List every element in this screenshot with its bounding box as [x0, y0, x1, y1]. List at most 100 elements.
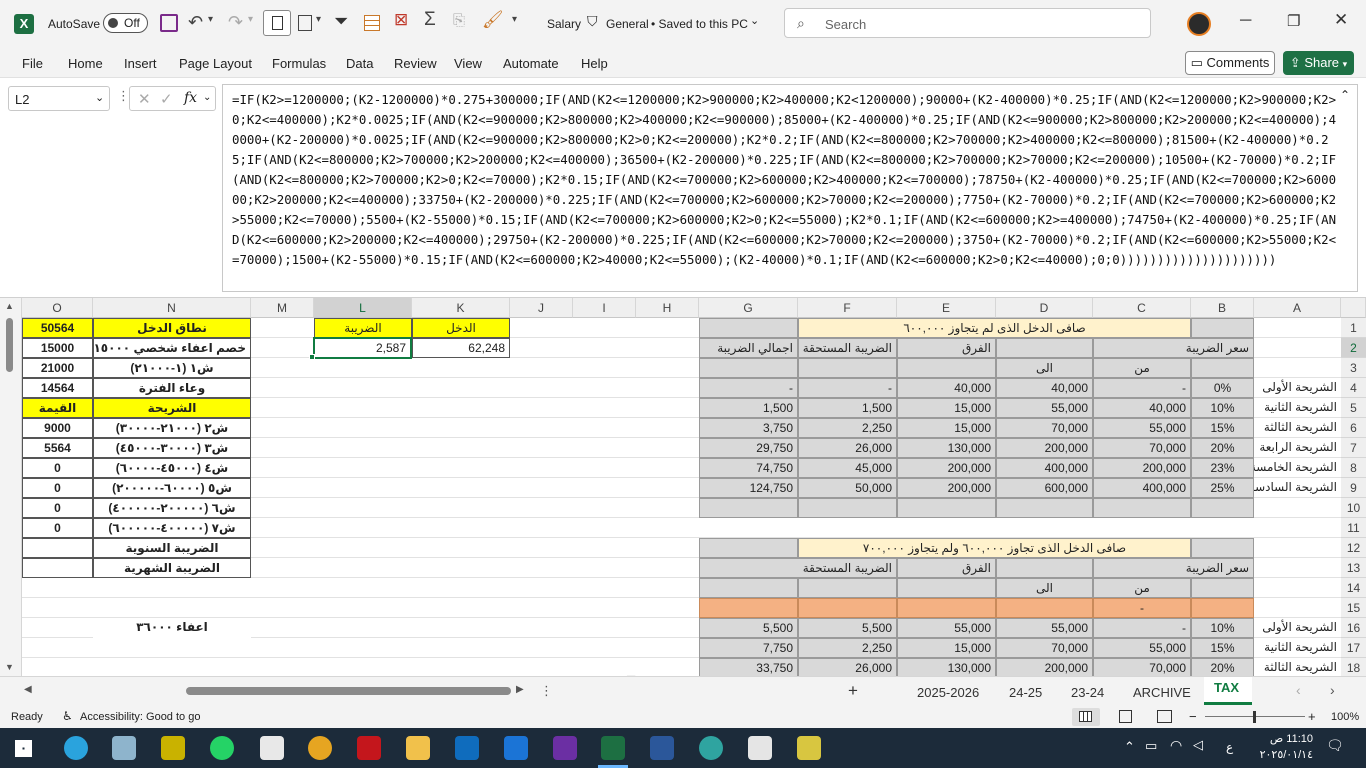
t2-name-2[interactable]: الشريحة الثانية	[1254, 638, 1341, 658]
enter-icon[interactable]: ✓	[160, 90, 173, 108]
bracket-label-n11[interactable]: ش٧ (٤٠٠٠٠٠-٦٠٠٠٠٠)	[93, 518, 251, 538]
tab-review[interactable]: Review	[394, 56, 437, 71]
t1-name-6[interactable]: الشريحة السادسة	[1254, 478, 1341, 498]
column-header-j[interactable]: J	[510, 298, 573, 318]
t1-rate-6[interactable]: 25%	[1191, 478, 1254, 498]
t2-header-due[interactable]: الضريبة المستحقة	[699, 558, 897, 578]
exemption-note[interactable]: اعفاء ٣٦٠٠٠	[93, 618, 251, 638]
t2-diff-1[interactable]: 55,000	[897, 618, 996, 638]
input-language[interactable]: ع	[1226, 740, 1233, 754]
column-header-d[interactable]: D	[996, 298, 1093, 318]
t2-rate-2[interactable]: 15%	[1191, 638, 1254, 658]
column-header-n[interactable]: N	[93, 298, 251, 318]
bracket-label-n4[interactable]: وعاء الفترة	[93, 378, 251, 398]
t2-to-1[interactable]: 55,000	[996, 618, 1093, 638]
insert-function-icon[interactable]: fx	[184, 90, 197, 106]
row-header-6[interactable]: 6	[1341, 418, 1366, 438]
t2-from-1[interactable]: -	[1093, 618, 1191, 638]
t1-from-2[interactable]: 40,000	[1093, 398, 1191, 418]
income-cell-o10[interactable]: 0	[22, 498, 93, 518]
income-cell-o7[interactable]: 5564	[22, 438, 93, 458]
scroll-thumb[interactable]	[6, 318, 13, 372]
add-sheet-icon[interactable]: +	[848, 681, 858, 701]
undo-icon[interactable]: ↶	[188, 12, 203, 33]
usb-tool-icon[interactable]	[161, 736, 185, 760]
paste-dropdown-icon[interactable]: ▾	[316, 14, 321, 25]
folder-app-icon[interactable]	[112, 736, 136, 760]
t1-to-1[interactable]: 40,000	[996, 378, 1093, 398]
row-header-4[interactable]: 4	[1341, 378, 1366, 398]
t2-due-1[interactable]: 5,500	[798, 618, 897, 638]
column-header-l[interactable]: L	[314, 298, 412, 318]
close-icon[interactable]: ✕	[1334, 10, 1348, 30]
whatsapp-icon[interactable]	[210, 736, 234, 760]
bracket-label-n8[interactable]: ش٤ (٤٥٠٠٠-٦٠٠٠٠)	[93, 458, 251, 478]
page-break-view-icon[interactable]	[1157, 710, 1172, 723]
t2-highlight-d[interactable]	[996, 598, 1093, 618]
income-cell-o9[interactable]: 0	[22, 478, 93, 498]
t1-header-total[interactable]: اجمالي الضريبة	[699, 338, 798, 358]
telegram-icon[interactable]	[64, 736, 88, 760]
t1-title[interactable]: صافى الدخل الذى لم يتجاوز ٦٠٠,٠٠٠	[798, 318, 1191, 338]
row-header-10[interactable]: 10	[1341, 498, 1366, 518]
t1-from-5[interactable]: 200,000	[1093, 458, 1191, 478]
table-icon[interactable]	[364, 15, 380, 31]
t2-rate-3[interactable]: 20%	[1191, 658, 1254, 676]
accessibility-status[interactable]: Accessibility: Good to go	[80, 711, 200, 723]
tab-tax[interactable]: TAX	[1204, 677, 1252, 705]
t1-subheader-e[interactable]	[897, 358, 996, 378]
t1-rate-2[interactable]: 10%	[1191, 398, 1254, 418]
t2-highlight-c[interactable]: -	[1093, 598, 1191, 618]
t1-to-2[interactable]: 55,000	[996, 398, 1093, 418]
row-header-7[interactable]: 7	[1341, 438, 1366, 458]
t1-total-5[interactable]: 74,750	[699, 458, 798, 478]
paste-icon[interactable]	[298, 15, 312, 31]
tab-file[interactable]: File	[22, 56, 43, 71]
wifi-icon[interactable]: ◠	[1170, 737, 1182, 754]
t1-diff-5[interactable]: 200,000	[897, 458, 996, 478]
tab-formulas[interactable]: Formulas	[272, 56, 326, 71]
tab-23-24[interactable]: 23-24	[1071, 685, 1104, 700]
cancel-icon[interactable]: ✕	[138, 90, 151, 108]
word-icon[interactable]	[650, 736, 674, 760]
t1-to-4[interactable]: 200,000	[996, 438, 1093, 458]
horizontal-scroll-thumb[interactable]	[186, 687, 511, 695]
excel-taskbar-icon[interactable]	[601, 736, 625, 760]
t1-rate-4[interactable]: 20%	[1191, 438, 1254, 458]
chevron-down-icon[interactable]: ⌄	[750, 14, 759, 27]
t2-due-3[interactable]: 26,000	[798, 658, 897, 676]
scroll-down-icon[interactable]: ▼	[5, 662, 14, 672]
tab-data[interactable]: Data	[346, 56, 373, 71]
t2-highlight-b[interactable]	[1191, 598, 1254, 618]
tab-page-layout[interactable]: Page Layout	[179, 56, 252, 71]
t2-header-diff[interactable]: الفرق	[897, 558, 996, 578]
t1-from-1[interactable]: -	[1093, 378, 1191, 398]
undo-dropdown-icon[interactable]: ▾	[208, 14, 213, 25]
t1-rate-3[interactable]: 15%	[1191, 418, 1254, 438]
row-header-5[interactable]: 5	[1341, 398, 1366, 418]
row-header-9[interactable]: 9	[1341, 478, 1366, 498]
column-header-g[interactable]: G	[699, 298, 798, 318]
t1-due-1[interactable]: -	[798, 378, 897, 398]
bracket-label-n5[interactable]: الشريحة	[93, 398, 251, 418]
more-sheets-icon[interactable]: ⋮	[540, 683, 553, 699]
row-header-18[interactable]: 18	[1341, 658, 1366, 676]
t1-empty-e[interactable]	[897, 498, 996, 518]
column-header-b[interactable]: B	[1191, 298, 1254, 318]
column-header-e[interactable]: E	[897, 298, 996, 318]
column-header-i[interactable]: I	[573, 298, 636, 318]
bracket-label-n7[interactable]: ش٣ (٣٠٠٠٠-٤٥٠٠٠)	[93, 438, 251, 458]
comments-button[interactable]: ▭ Comments	[1185, 51, 1275, 75]
t2-to-3[interactable]: 200,000	[996, 658, 1093, 676]
row-header-1[interactable]: 1	[1341, 318, 1366, 338]
t1-to-5[interactable]: 400,000	[996, 458, 1093, 478]
copy-icon[interactable]: ⎘	[453, 12, 465, 29]
t1-due-5[interactable]: 45,000	[798, 458, 897, 478]
t1-diff-3[interactable]: 15,000	[897, 418, 996, 438]
t2-total-2[interactable]: 7,750	[699, 638, 798, 658]
t1-total-6[interactable]: 124,750	[699, 478, 798, 498]
tray-expand-icon[interactable]: ⌃	[1124, 739, 1135, 755]
t1-due-6[interactable]: 50,000	[798, 478, 897, 498]
zoom-level[interactable]: 100%	[1331, 711, 1359, 723]
avatar[interactable]	[1187, 12, 1211, 36]
